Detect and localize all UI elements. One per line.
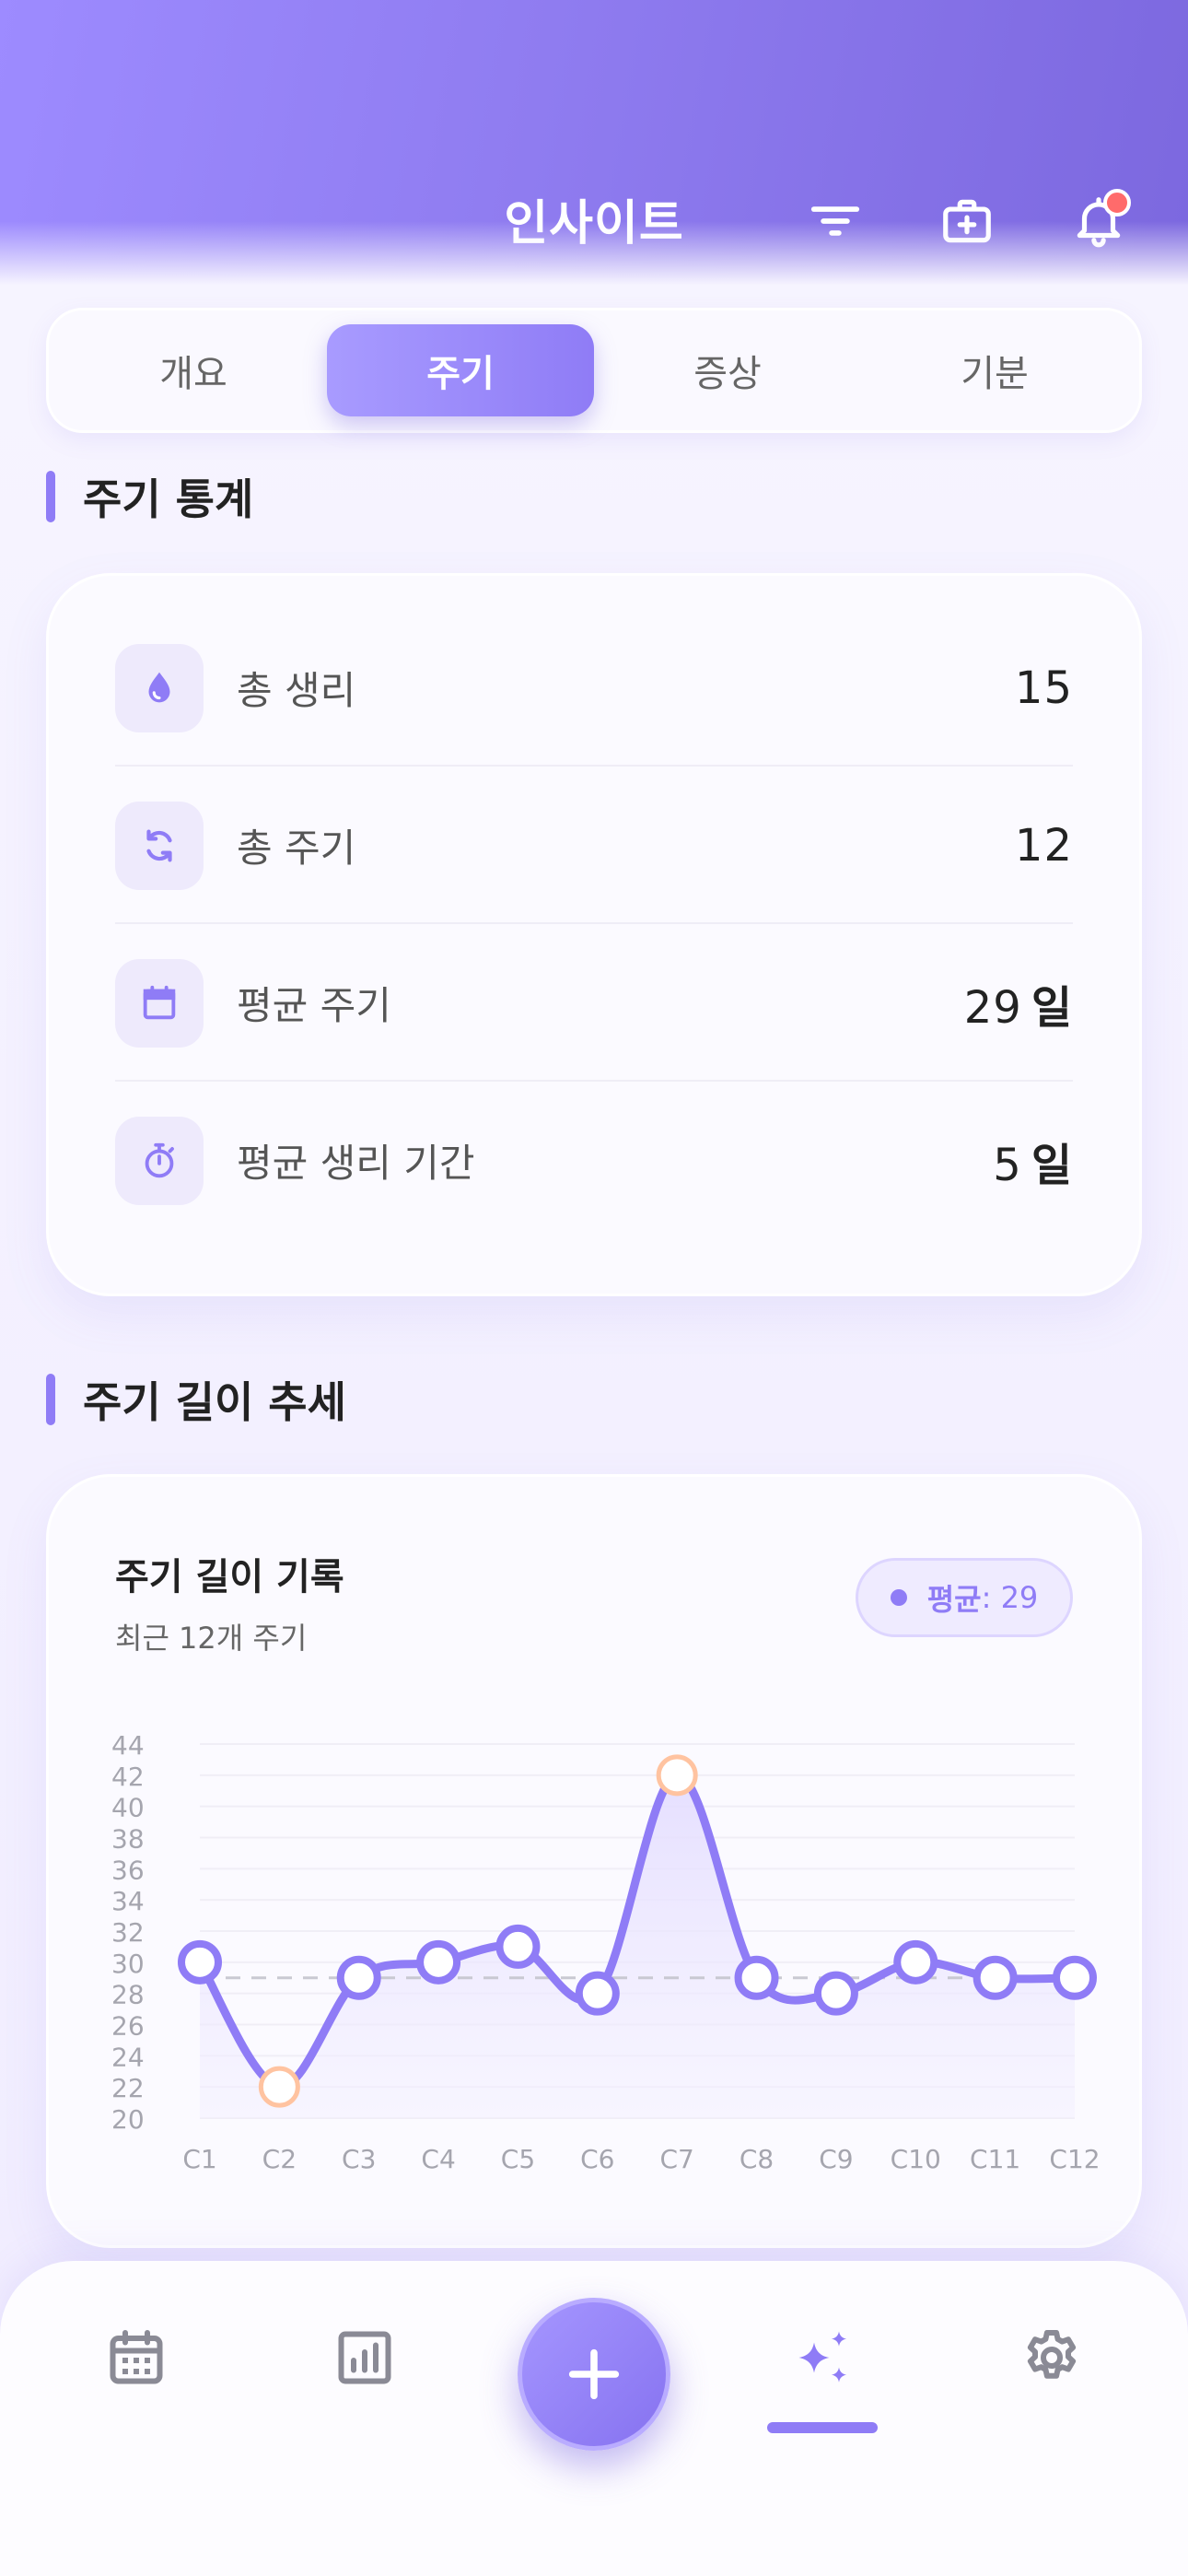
y-tick-label: 34	[111, 1886, 145, 1916]
timer-icon	[145, 1142, 174, 1177]
y-tick-label: 40	[111, 1793, 145, 1823]
calendar-icon	[143, 985, 176, 1019]
y-tick-label: 22	[111, 2073, 145, 2103]
tab-symptoms[interactable]: 증상	[594, 324, 861, 416]
filter-button[interactable]	[803, 189, 868, 253]
y-tick-label: 38	[111, 1824, 145, 1855]
stat-value: 12	[1014, 819, 1073, 872]
tab-overview[interactable]: 개요	[60, 324, 327, 416]
filter-icon	[810, 206, 860, 236]
add-entry-button[interactable]	[518, 2298, 670, 2451]
stats-section-title: 주기 통계	[46, 466, 253, 527]
section-accent-bar	[46, 471, 55, 522]
x-tick-label: C12	[1049, 2144, 1100, 2174]
nav-settings[interactable]	[1010, 2316, 1093, 2399]
x-tick-label: C11	[970, 2144, 1020, 2174]
stat-row-average-period: 평균 생리 기간 5일	[115, 1082, 1073, 1239]
page-title: 인사이트	[504, 196, 684, 252]
notification-badge	[1103, 189, 1131, 217]
stat-icon-box	[115, 801, 204, 890]
sparkles-icon	[798, 2331, 847, 2383]
chart-area	[200, 1774, 1075, 2118]
x-tick-label: C6	[580, 2144, 614, 2174]
section-title-text: 주기 통계	[83, 474, 254, 524]
stat-icon-box	[115, 1116, 204, 1205]
stat-value: 5일	[993, 1139, 1073, 1191]
x-tick-label: C10	[891, 2144, 941, 2174]
y-tick-label: 26	[111, 2011, 145, 2042]
nav-stats[interactable]	[323, 2316, 406, 2399]
data-point	[1053, 1955, 1097, 2000]
x-tick-label: C9	[819, 2144, 853, 2174]
data-point	[973, 1955, 1018, 2000]
y-tick-label: 24	[111, 2042, 145, 2072]
medical-kit-icon	[943, 199, 991, 243]
stat-icon-box	[115, 643, 204, 732]
y-tick-label: 20	[111, 2104, 145, 2135]
y-tick-label: 42	[111, 1762, 145, 1792]
calendar-icon	[110, 2330, 163, 2384]
stat-row-average-cycle: 평균 주기 29 일	[115, 924, 1073, 1082]
data-point	[336, 1955, 381, 2000]
y-tick-label: 30	[111, 1949, 145, 1979]
notifications-button[interactable]	[1066, 189, 1131, 253]
stats-card: 총 생리 15 총 주기 12 평균 주기 29 일 평균 생리 기간 5 일	[46, 573, 1142, 1296]
y-tick-label: 28	[111, 1980, 145, 2010]
y-tick-label: 36	[111, 1855, 145, 1885]
cycle-icon	[146, 829, 172, 861]
trend-section-title: 주기 길이 추세	[46, 1369, 346, 1430]
stat-value: 15	[1014, 662, 1073, 714]
nav-insights[interactable]	[781, 2316, 864, 2399]
stat-label: 평균 주기	[237, 983, 391, 1028]
data-point	[178, 1939, 222, 1985]
tab-mood[interactable]: 기분	[861, 324, 1128, 416]
drop-icon	[148, 672, 170, 702]
x-tick-label: C8	[740, 2144, 774, 2174]
section-title-text: 주기 길이 추세	[83, 1377, 346, 1427]
y-tick-label: 32	[111, 1917, 145, 1948]
data-point	[656, 1754, 698, 1797]
tab-cycle[interactable]: 주기	[327, 324, 594, 416]
stat-row-total-periods: 총 생리 15	[115, 609, 1073, 767]
app-header: 인사이트	[0, 0, 1188, 286]
x-tick-label: C2	[262, 2144, 297, 2174]
data-point	[734, 1955, 779, 2000]
stat-icon-box	[115, 958, 204, 1048]
data-point	[495, 1924, 541, 1969]
data-point	[416, 1939, 461, 1985]
medical-kit-button[interactable]	[935, 189, 999, 253]
cycle-length-chart: 20222426283032343638404244 C1 C2 C3 C4 C5 C6 C7…	[111, 1730, 1101, 2174]
stat-label: 평균 생리 기간	[237, 1141, 475, 1186]
chart-card: 주기 길이 기록 최근 12개 주기 평균: 29 20 22 24 26 28 30 32…	[46, 1474, 1142, 2248]
stat-label: 총 생리	[237, 668, 356, 713]
x-tick-label: C5	[501, 2144, 535, 2174]
data-point	[258, 2066, 300, 2108]
x-tick-label: C1	[182, 2144, 216, 2174]
x-tick-label: C3	[342, 2144, 376, 2174]
data-point	[813, 1971, 858, 2016]
data-point	[893, 1939, 938, 1985]
add-icon	[568, 2348, 620, 2400]
y-tick-label: 44	[111, 1730, 145, 1761]
stats-icon	[338, 2331, 391, 2384]
segment-tabs: 개요 주기 증상 기분	[46, 308, 1142, 433]
section-accent-bar	[46, 1374, 55, 1425]
stat-value: 29 일	[963, 981, 1073, 1034]
x-tick-label: C7	[659, 2144, 693, 2174]
settings-icon	[1027, 2330, 1077, 2379]
stat-label: 총 주기	[237, 825, 356, 871]
active-tab-indicator	[767, 2422, 878, 2433]
x-tick-label: C4	[421, 2144, 455, 2174]
stat-row-total-cycles: 총 주기 12	[115, 767, 1073, 924]
data-point	[575, 1971, 620, 2016]
nav-calendar[interactable]	[95, 2316, 178, 2399]
